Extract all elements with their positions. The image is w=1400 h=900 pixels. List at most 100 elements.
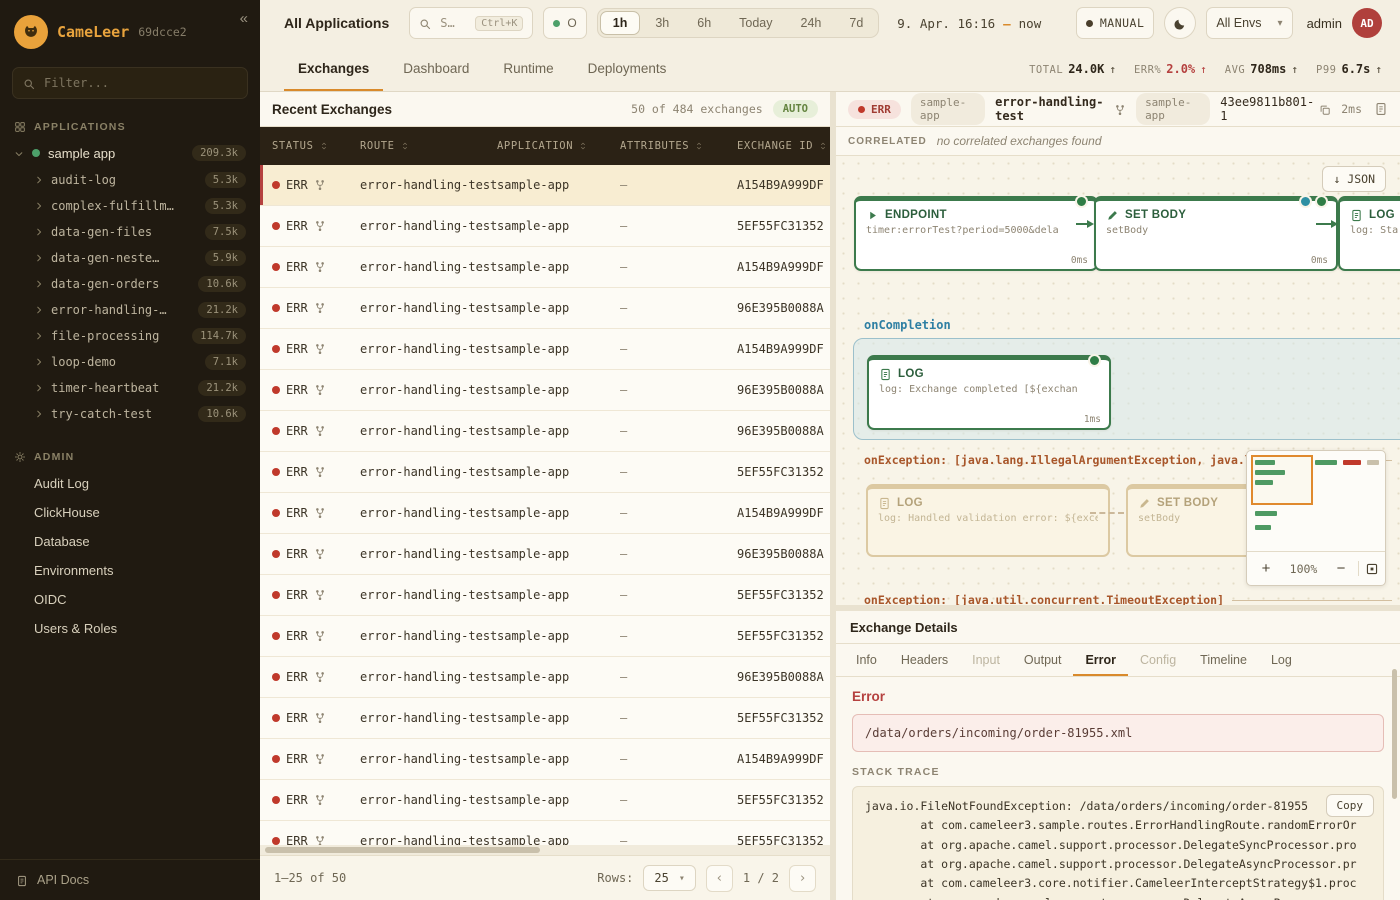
table-row[interactable]: ERRerror-handling-testsample-app—5EF55FC… bbox=[260, 575, 830, 616]
search-input[interactable] bbox=[438, 15, 468, 31]
document-icon[interactable] bbox=[1374, 102, 1388, 117]
environment-select[interactable]: All Envs ▾ bbox=[1206, 7, 1292, 39]
table-row[interactable]: ERRerror-handling-testsample-app—A154B9A… bbox=[260, 247, 830, 288]
duration-value: 2ms bbox=[1341, 102, 1362, 116]
table-row[interactable]: ERRerror-handling-testsample-app—96E395B… bbox=[260, 288, 830, 329]
sidebar-route-data-gen-files[interactable]: data-gen-files7.5k bbox=[0, 219, 260, 245]
flow-node-set-body[interactable]: SET BODY setBody 0ms bbox=[1094, 196, 1338, 271]
time-range-3h[interactable]: 3h bbox=[642, 11, 682, 35]
time-window[interactable]: 9. Apr. 16:16 — now bbox=[897, 16, 1041, 31]
time-from[interactable]: 9. Apr. 16:16 bbox=[897, 16, 995, 31]
live-toggle[interactable]: O bbox=[543, 7, 586, 39]
table-row[interactable]: ERRerror-handling-testsample-app—5EF55FC… bbox=[260, 698, 830, 739]
sidebar-collapse-button[interactable]: « bbox=[240, 10, 248, 27]
route-name[interactable]: error-handling-test bbox=[995, 95, 1126, 123]
auto-refresh-badge[interactable]: AUTO bbox=[773, 100, 818, 118]
table-row[interactable]: ERRerror-handling-testsample-app—A154B9A… bbox=[260, 165, 830, 206]
table-row[interactable]: ERRerror-handling-testsample-app—5EF55FC… bbox=[260, 206, 830, 247]
time-range-6h[interactable]: 6h bbox=[684, 11, 724, 35]
refresh-mode-button[interactable]: MANUAL bbox=[1076, 7, 1155, 39]
rows-per-page-select[interactable]: 25 ▾ bbox=[643, 865, 695, 891]
avatar[interactable]: AD bbox=[1352, 8, 1382, 38]
table-row[interactable]: ERRerror-handling-testsample-app—5EF55FC… bbox=[260, 821, 830, 845]
flow-node-completion-log[interactable]: LOG log: Exchange completed [${exchan 1m… bbox=[867, 355, 1111, 430]
error-dot bbox=[272, 181, 280, 189]
sidebar-filter[interactable] bbox=[12, 67, 248, 99]
sidebar-item-clickhouse[interactable]: ClickHouse bbox=[0, 498, 260, 527]
sidebar-route-complex-fulfillm[interactable]: complex-fulfillm…5.3k bbox=[0, 193, 260, 219]
tab-runtime[interactable]: Runtime bbox=[489, 46, 567, 91]
details-tab-output[interactable]: Output bbox=[1012, 644, 1074, 676]
cell-exchange-id: 5EF55FC31352 bbox=[737, 834, 830, 845]
global-search[interactable]: Ctrl+K bbox=[409, 7, 533, 39]
time-range-today[interactable]: Today bbox=[726, 11, 785, 35]
details-tab-info[interactable]: Info bbox=[844, 644, 889, 676]
table-row[interactable]: ERRerror-handling-testsample-app—5EF55FC… bbox=[260, 780, 830, 821]
sidebar-route-data-gen-orders[interactable]: data-gen-orders10.6k bbox=[0, 271, 260, 297]
table-row[interactable]: ERRerror-handling-testsample-app—96E395B… bbox=[260, 411, 830, 452]
minimap-canvas[interactable] bbox=[1247, 451, 1385, 552]
column-header-attributes[interactable]: ATTRIBUTES bbox=[620, 140, 737, 152]
table-row[interactable]: ERRerror-handling-testsample-app—A154B9A… bbox=[260, 493, 830, 534]
dark-mode-toggle[interactable] bbox=[1164, 7, 1196, 39]
column-header-route[interactable]: ROUTE bbox=[360, 140, 497, 152]
sidebar-item-api-docs[interactable]: API Docs bbox=[0, 859, 260, 900]
column-header-exchange-id[interactable]: EXCHANGE ID bbox=[737, 140, 830, 152]
flow-node-log[interactable]: LOG log: Sta bbox=[1338, 196, 1400, 271]
sidebar-item-users-roles[interactable]: Users & Roles bbox=[0, 614, 260, 643]
details-tab-error[interactable]: Error bbox=[1073, 644, 1128, 676]
sidebar-item-audit-log[interactable]: Audit Log bbox=[0, 469, 260, 498]
tab-dashboard[interactable]: Dashboard bbox=[389, 46, 483, 91]
route-count: 21.2k bbox=[198, 380, 246, 396]
flow-node-endpoint[interactable]: ENDPOINT timer:errorTest?period=5000&del… bbox=[854, 196, 1098, 271]
time-range-24h[interactable]: 24h bbox=[788, 11, 835, 35]
flow-node-exception-log[interactable]: LOG log: Handled validation error: ${exc… bbox=[866, 484, 1110, 557]
sidebar-item-database[interactable]: Database bbox=[0, 527, 260, 556]
time-range-7d[interactable]: 7d bbox=[836, 11, 876, 35]
tab-exchanges[interactable]: Exchanges bbox=[284, 46, 383, 91]
zoom-out-button[interactable]: − bbox=[1328, 556, 1354, 582]
zoom-in-button[interactable]: + bbox=[1253, 556, 1279, 582]
search-icon bbox=[23, 78, 35, 90]
cell-exchange-id: 5EF55FC31352 bbox=[737, 793, 830, 807]
live-status-dot bbox=[553, 20, 560, 27]
exchange-id[interactable]: 43ee9811b801-1 bbox=[1220, 95, 1331, 123]
sidebar-route-error-handling-[interactable]: error-handling-…21.2k bbox=[0, 297, 260, 323]
filter-input[interactable] bbox=[42, 75, 237, 91]
column-header-status[interactable]: STATUS bbox=[272, 140, 360, 152]
download-json-button[interactable]: ↓ JSON bbox=[1322, 166, 1386, 192]
tab-deployments[interactable]: Deployments bbox=[574, 46, 681, 91]
details-tab-headers[interactable]: Headers bbox=[889, 644, 960, 676]
flow-header: ERR sample-app error-handling-test sampl… bbox=[836, 92, 1400, 127]
horizontal-scrollbar[interactable] bbox=[260, 845, 830, 856]
table-row[interactable]: ERRerror-handling-testsample-app—96E395B… bbox=[260, 534, 830, 575]
zoom-fit-button[interactable] bbox=[1358, 561, 1379, 577]
sidebar-route-timer-heartbeat[interactable]: timer-heartbeat21.2k bbox=[0, 375, 260, 401]
prev-page-button[interactable]: ‹ bbox=[706, 865, 733, 892]
table-row[interactable]: ERRerror-handling-testsample-app—96E395B… bbox=[260, 657, 830, 698]
sidebar-item-oidc[interactable]: OIDC bbox=[0, 585, 260, 614]
sidebar-route-data-gen-neste[interactable]: data-gen-neste…5.9k bbox=[0, 245, 260, 271]
flow-canvas[interactable]: ↓ JSON ENDPOINT timer:errorTest?period=5… bbox=[836, 156, 1400, 605]
table-row[interactable]: ERRerror-handling-testsample-app—96E395B… bbox=[260, 370, 830, 411]
scrollbar-thumb[interactable] bbox=[265, 847, 540, 853]
details-tab-log[interactable]: Log bbox=[1259, 644, 1304, 676]
table-row[interactable]: ERRerror-handling-testsample-app—A154B9A… bbox=[260, 329, 830, 370]
details-tab-timeline[interactable]: Timeline bbox=[1188, 644, 1259, 676]
sidebar-item-environments[interactable]: Environments bbox=[0, 556, 260, 585]
sidebar-route-file-processing[interactable]: file-processing114.7k bbox=[0, 323, 260, 349]
column-header-application[interactable]: APPLICATION bbox=[497, 140, 620, 152]
next-page-button[interactable]: › bbox=[789, 865, 816, 892]
time-range-1h[interactable]: 1h bbox=[600, 11, 641, 35]
sidebar-route-try-catch-test[interactable]: try-catch-test10.6k bbox=[0, 401, 260, 427]
copy-icon[interactable] bbox=[1319, 102, 1331, 116]
table-row[interactable]: ERRerror-handling-testsample-app—5EF55FC… bbox=[260, 616, 830, 657]
sidebar-route-audit-log[interactable]: audit-log5.3k bbox=[0, 167, 260, 193]
vertical-scrollbar-thumb[interactable] bbox=[1392, 669, 1397, 799]
copy-button[interactable]: Copy bbox=[1326, 794, 1375, 817]
sidebar-app-sample-app[interactable]: sample app 209.3k bbox=[0, 139, 260, 167]
table-row[interactable]: ERRerror-handling-testsample-app—5EF55FC… bbox=[260, 452, 830, 493]
time-to[interactable]: now bbox=[1019, 16, 1042, 31]
table-row[interactable]: ERRerror-handling-testsample-app—A154B9A… bbox=[260, 739, 830, 780]
sidebar-route-loop-demo[interactable]: loop-demo7.1k bbox=[0, 349, 260, 375]
